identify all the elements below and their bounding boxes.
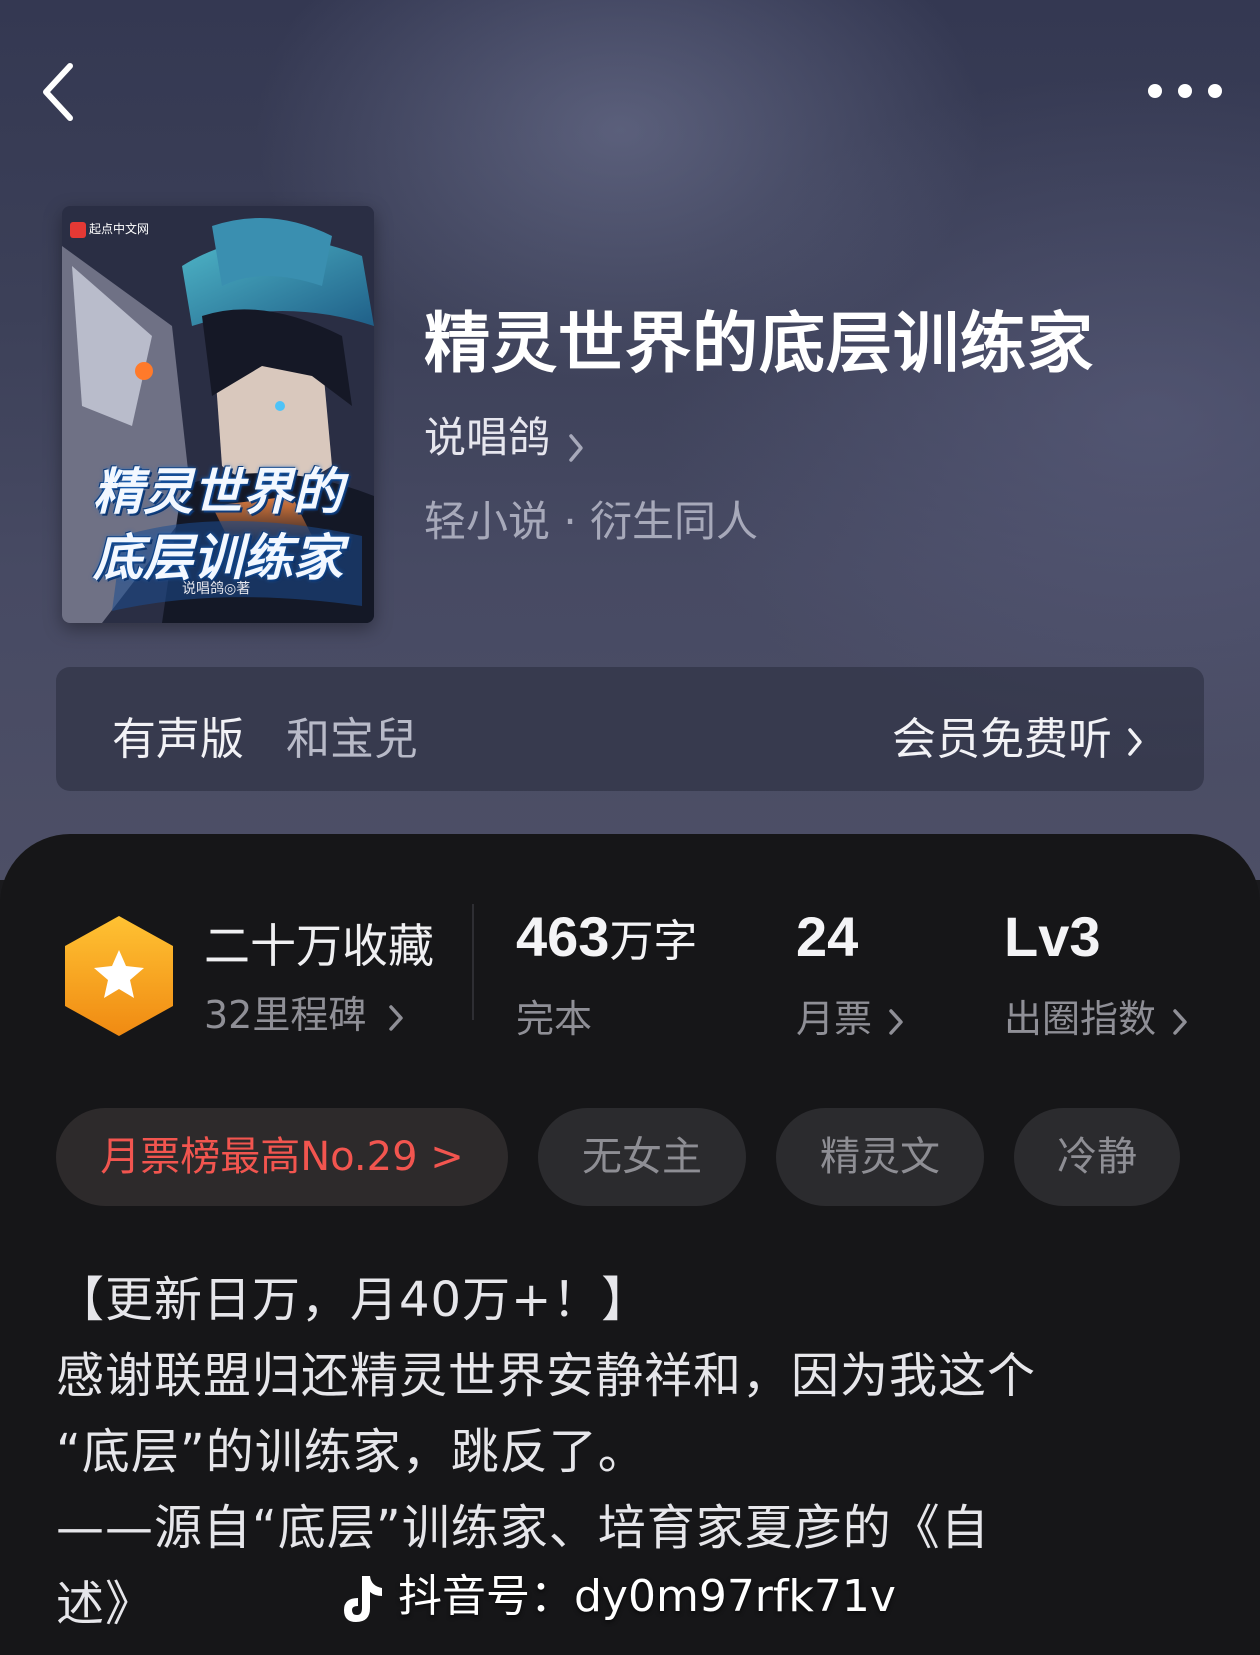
book-title: 精灵世界的底层训练家 (424, 304, 1094, 382)
monthly-votes-label: 月票 (796, 997, 873, 1041)
collection-count: 二十万收藏 (204, 919, 434, 973)
tag-chip[interactable]: 无女主 (538, 1108, 746, 1206)
chevron-right-icon (1128, 728, 1142, 756)
book-cover[interactable]: 起点中文网 精灵世界的 底层训练家 说唱鸽◎著 (62, 206, 374, 623)
author-name: 说唱鸽 (424, 413, 551, 462)
tag-chip[interactable]: 精灵文 (776, 1108, 984, 1206)
monthly-rank-tag[interactable]: 月票榜最高No.29 > (56, 1108, 508, 1206)
monthly-votes-value: 24 (796, 905, 859, 968)
more-options-button[interactable] (1140, 72, 1230, 112)
word-count-value: 463万字 (516, 905, 698, 968)
collection-star-badge-icon (65, 916, 173, 1036)
completion-status: 完本 (516, 997, 593, 1041)
book-header-hero: 起点中文网 精灵世界的 底层训练家 说唱鸽◎著 精灵世界的底层训练家 说唱鸽 轻… (0, 0, 1260, 880)
member-free-listen-label: 会员免费听 (892, 714, 1112, 765)
chevron-right-icon (569, 433, 583, 462)
cover-author: 说唱鸽◎著 (182, 581, 251, 597)
back-button[interactable] (36, 60, 80, 124)
douyin-watermark: 抖音号：dy0m97rfk71v (340, 1562, 896, 1632)
watermark-text: 抖音号：dy0m97rfk71v (398, 1571, 896, 1622)
milestone-label: 32里程碑 (204, 993, 367, 1037)
more-horizontal-icon (1148, 84, 1162, 98)
chevron-left-icon (43, 63, 73, 121)
monthly-votes-link[interactable]: 月票 (796, 988, 904, 1043)
audiobook-narrator: 和宝兒 (286, 714, 418, 765)
member-free-listen-link[interactable]: 会员免费听 (892, 703, 1144, 767)
circle-index-label: 出圈指数 (1004, 997, 1157, 1041)
author-link[interactable]: 说唱鸽 (424, 404, 585, 462)
circle-index-value: Lv3 (1004, 905, 1101, 968)
description-line: 【更新日万，月40万+！】 (56, 1272, 651, 1328)
description-line: ——源自“底层”训练家、培育家夏彦的《自 (56, 1500, 990, 1556)
cover-publisher: 起点中文网 (70, 220, 149, 238)
description-line: “底层”的训练家，跳反了。 (56, 1424, 647, 1480)
audiobook-label: 有声版 (112, 714, 244, 765)
cover-title-line1: 精灵世界的 (93, 462, 343, 521)
description-line: 感谢联盟归还精灵世界安静祥和，因为我这个 (56, 1348, 1037, 1404)
chevron-right-icon (389, 1004, 404, 1031)
tiktok-logo-icon (344, 1576, 382, 1622)
stats-divider (472, 904, 474, 1020)
milestone-link[interactable]: 32里程碑 (204, 984, 404, 1039)
chevron-right-icon (1173, 1008, 1187, 1035)
tag-chip[interactable]: 冷静 (1014, 1108, 1180, 1206)
book-categories: 轻小说 · 衍生同人 (424, 497, 759, 546)
circle-index-link[interactable]: 出圈指数 (1004, 988, 1188, 1043)
publisher-logo-icon (70, 221, 86, 238)
chevron-right-icon (889, 1008, 903, 1035)
audiobook-bar[interactable]: 有声版 和宝兒 会员免费听 (56, 667, 1204, 791)
